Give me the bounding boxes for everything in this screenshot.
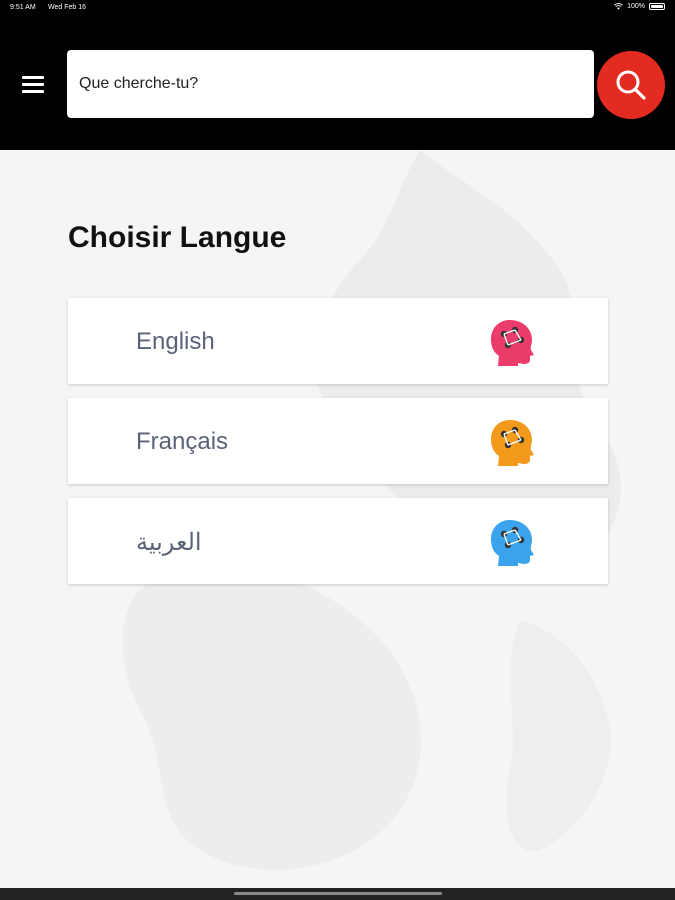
battery-percent: 100%	[627, 3, 645, 10]
language-option-english[interactable]: English	[68, 298, 608, 384]
bottom-bar	[0, 888, 675, 900]
magnifier-icon	[616, 70, 646, 100]
status-time: 9:51 AM	[10, 4, 36, 11]
app-screen: 9:51 AM Wed Feb 16 100% Que cherche-tu? …	[0, 0, 675, 900]
status-bar: 9:51 AM Wed Feb 16 100%	[0, 0, 675, 16]
language-label: العربية	[136, 529, 202, 556]
hamburger-menu-icon[interactable]	[20, 74, 48, 96]
main-content: Choisir Langue English Français العربية	[0, 150, 675, 888]
language-option-francais[interactable]: Français	[68, 398, 608, 484]
app-header	[0, 16, 675, 150]
status-right: 100%	[614, 3, 665, 10]
search-button[interactable]	[597, 51, 665, 119]
brain-head-icon	[491, 320, 534, 366]
language-option-arabic[interactable]: العربية	[68, 498, 608, 584]
brain-head-icon	[491, 520, 534, 566]
battery-icon	[649, 3, 665, 10]
brain-head-icon	[491, 420, 534, 466]
status-date: Wed Feb 16	[48, 4, 87, 11]
language-label: Français	[136, 428, 229, 455]
language-list: English Français العربية	[68, 298, 608, 598]
home-indicator[interactable]	[234, 892, 442, 895]
language-label: English	[136, 328, 215, 355]
wifi-icon	[614, 3, 624, 10]
search-input[interactable]	[67, 50, 594, 118]
page-title: Choisir Langue	[68, 221, 287, 254]
